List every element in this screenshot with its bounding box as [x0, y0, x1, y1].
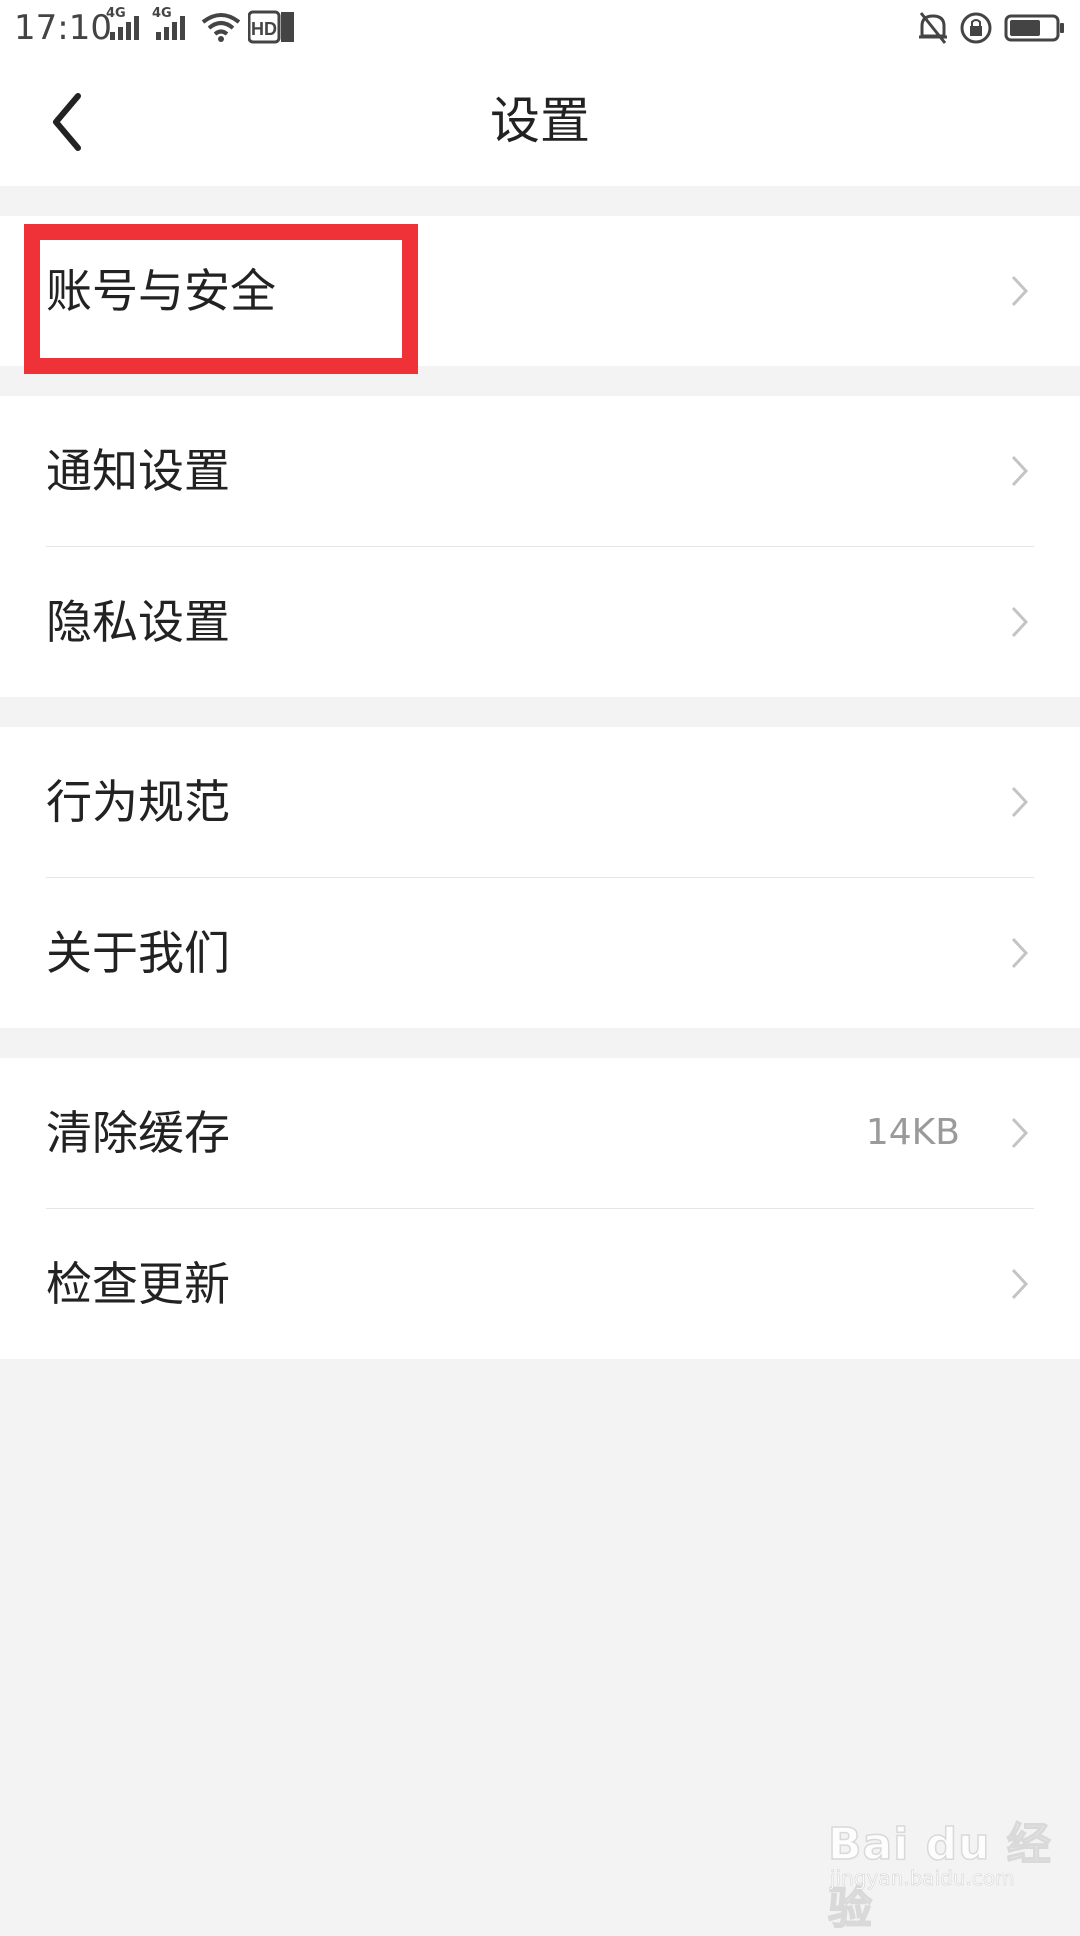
status-time: 17:10	[14, 8, 112, 48]
rotation-lock-icon	[960, 12, 992, 44]
chevron-right-icon	[1011, 606, 1029, 638]
hd-text: HD	[251, 19, 277, 39]
settings-item-label: 行为规范	[46, 775, 230, 829]
chevron-right-icon	[1011, 786, 1029, 818]
settings-item-clear-cache[interactable]: 清除缓存 14KB	[0, 1058, 1080, 1208]
settings-item-notification[interactable]: 通知设置	[0, 396, 1080, 546]
settings-item-code-of-conduct[interactable]: 行为规范	[0, 727, 1080, 877]
battery-icon	[1004, 14, 1064, 42]
settings-item-label: 检查更新	[46, 1257, 230, 1311]
settings-item-label: 清除缓存	[46, 1106, 230, 1160]
settings-group-rules-about: 行为规范 关于我们	[0, 727, 1080, 1028]
settings-group-notify-privacy: 通知设置 隐私设置	[0, 396, 1080, 697]
chevron-right-icon	[1011, 1117, 1029, 1149]
chevron-right-icon	[1011, 937, 1029, 969]
chevron-right-icon	[1011, 455, 1029, 487]
header-bar: 设置	[0, 56, 1080, 186]
settings-item-label: 通知设置	[46, 444, 230, 498]
settings-item-privacy[interactable]: 隐私设置	[0, 547, 1080, 697]
settings-item-about-us[interactable]: 关于我们	[0, 878, 1080, 1028]
settings-item-account-security[interactable]: 账号与安全	[0, 216, 1080, 366]
signal-icon	[156, 16, 185, 40]
hd-icon: HD	[248, 10, 294, 44]
settings-group-cache-update: 清除缓存 14KB 检查更新	[0, 1058, 1080, 1359]
chevron-right-icon	[1011, 1268, 1029, 1300]
cache-size-value: 14KB	[865, 1112, 960, 1153]
settings-item-check-update[interactable]: 检查更新	[0, 1209, 1080, 1359]
watermark-logo: Bai du 经验 jingyan.baidu.com	[820, 1800, 1060, 1935]
mute-bell-icon	[919, 12, 947, 44]
watermark-url: jingyan.baidu.com	[830, 1866, 1015, 1891]
settings-item-label: 隐私设置	[46, 595, 230, 649]
signal-icon	[110, 16, 139, 40]
wifi-icon	[201, 13, 241, 42]
settings-item-label: 关于我们	[46, 926, 230, 980]
settings-group-account: 账号与安全	[0, 216, 1080, 366]
chevron-right-icon	[1011, 275, 1029, 307]
page-title: 设置	[490, 92, 590, 150]
settings-item-label: 账号与安全	[46, 264, 276, 318]
status-bar: 17:10 4G 4G HD	[0, 0, 1080, 56]
